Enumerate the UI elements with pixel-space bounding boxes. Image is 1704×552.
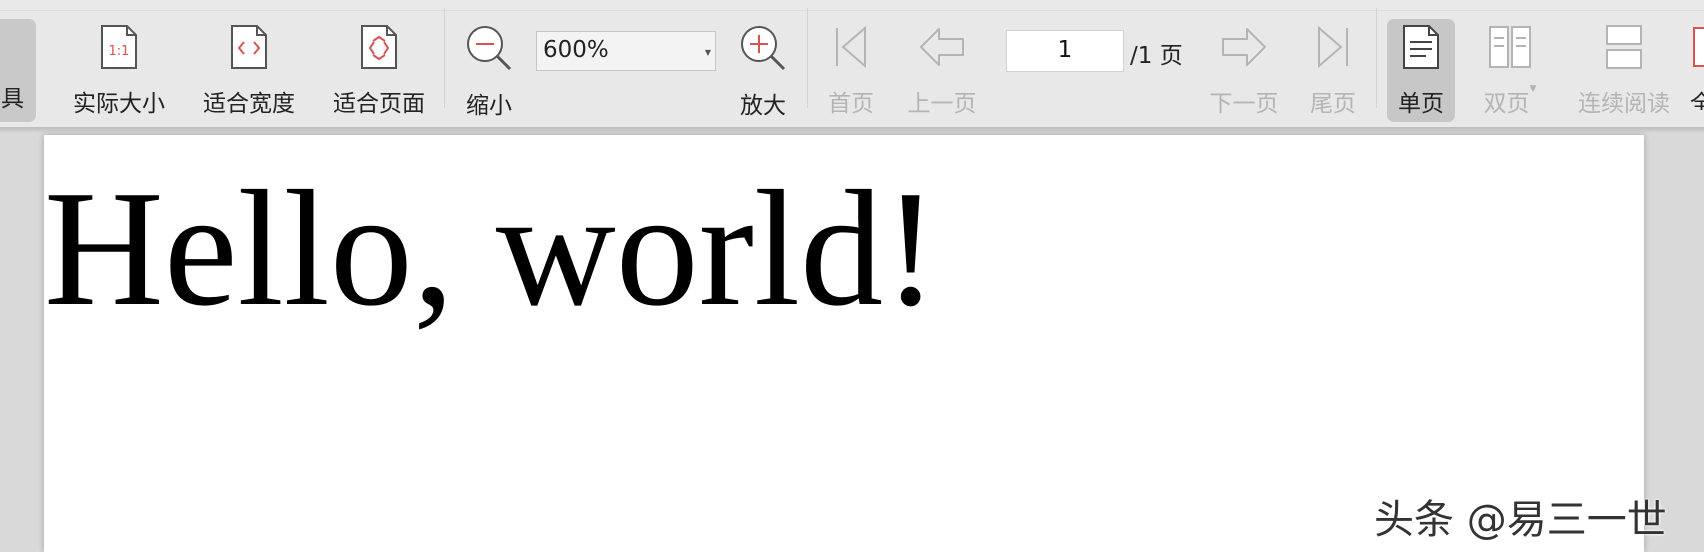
- single-page-label: 单页: [1398, 91, 1444, 117]
- source-watermark: 头条 @易三一世: [1374, 497, 1667, 543]
- double-page-caret-icon: ▼: [1529, 84, 1537, 94]
- last-page-icon: [1309, 24, 1357, 70]
- toolbar-divider: [444, 8, 445, 108]
- actual-size-label: 实际大小: [73, 91, 165, 117]
- zoom-out-icon: [465, 24, 513, 72]
- zoom-level-select[interactable]: 600% ▼: [536, 31, 716, 71]
- continuous-read-label: 连续阅读: [1578, 91, 1670, 117]
- zoom-level-value: 600%: [543, 37, 609, 63]
- fullscreen-label: 全: [1690, 91, 1704, 110]
- prev-page-label: 上一页: [907, 91, 977, 117]
- zoom-in-label: 放大: [740, 93, 786, 119]
- double-page-label: 双页▼: [1483, 84, 1537, 117]
- tools-tab-label: 具: [1, 86, 24, 112]
- single-page-button[interactable]: 单页: [1387, 8, 1455, 117]
- prev-page-icon: [918, 24, 966, 70]
- actual-size-icon-text: 1:1: [109, 44, 130, 59]
- toolbar-divider: [1376, 8, 1377, 108]
- single-page-icon: [1397, 24, 1445, 70]
- page-total-label: /1 页: [1130, 43, 1183, 69]
- first-page-icon: [827, 24, 875, 70]
- fit-page-label: 适合页面: [333, 91, 425, 117]
- zoom-out-button[interactable]: 缩小: [454, 8, 524, 119]
- continuous-read-button[interactable]: 连续阅读: [1572, 8, 1676, 117]
- fit-width-icon: [225, 24, 273, 70]
- zoom-in-icon: [739, 24, 787, 72]
- document-text: Hello, world!: [44, 156, 939, 340]
- first-page-label: 首页: [828, 91, 874, 117]
- toolbar-divider: [807, 8, 808, 108]
- fit-width-label: 适合宽度: [203, 91, 295, 117]
- actual-size-button[interactable]: 1:1 实际大小: [66, 8, 172, 117]
- fit-width-button[interactable]: 适合宽度: [196, 8, 302, 117]
- fullscreen-button-partial[interactable]: 全: [1690, 8, 1704, 110]
- current-page-input[interactable]: 1: [1006, 30, 1124, 72]
- last-page-label: 尾页: [1310, 91, 1356, 117]
- continuous-read-icon: [1600, 24, 1648, 70]
- double-page-icon: [1486, 24, 1534, 70]
- prev-page-button[interactable]: 上一页: [900, 8, 984, 117]
- next-page-icon: [1220, 24, 1268, 70]
- tools-tab-partial[interactable]: 具: [0, 19, 36, 122]
- double-page-button[interactable]: 双页▼: [1470, 8, 1550, 117]
- dropdown-caret-icon: ▼: [704, 48, 711, 57]
- fit-page-button[interactable]: 适合页面: [326, 8, 432, 117]
- zoom-in-button[interactable]: 放大: [728, 8, 798, 119]
- fit-page-icon: [355, 24, 403, 70]
- first-page-button[interactable]: 首页: [818, 8, 884, 117]
- next-page-button[interactable]: 下一页: [1202, 8, 1286, 117]
- fullscreen-icon: [1690, 24, 1704, 70]
- last-page-button[interactable]: 尾页: [1300, 8, 1366, 117]
- zoom-out-label: 缩小: [466, 93, 512, 119]
- next-page-label: 下一页: [1209, 91, 1279, 117]
- actual-size-icon: 1:1: [95, 24, 143, 70]
- canvas-shadow: [0, 127, 1704, 133]
